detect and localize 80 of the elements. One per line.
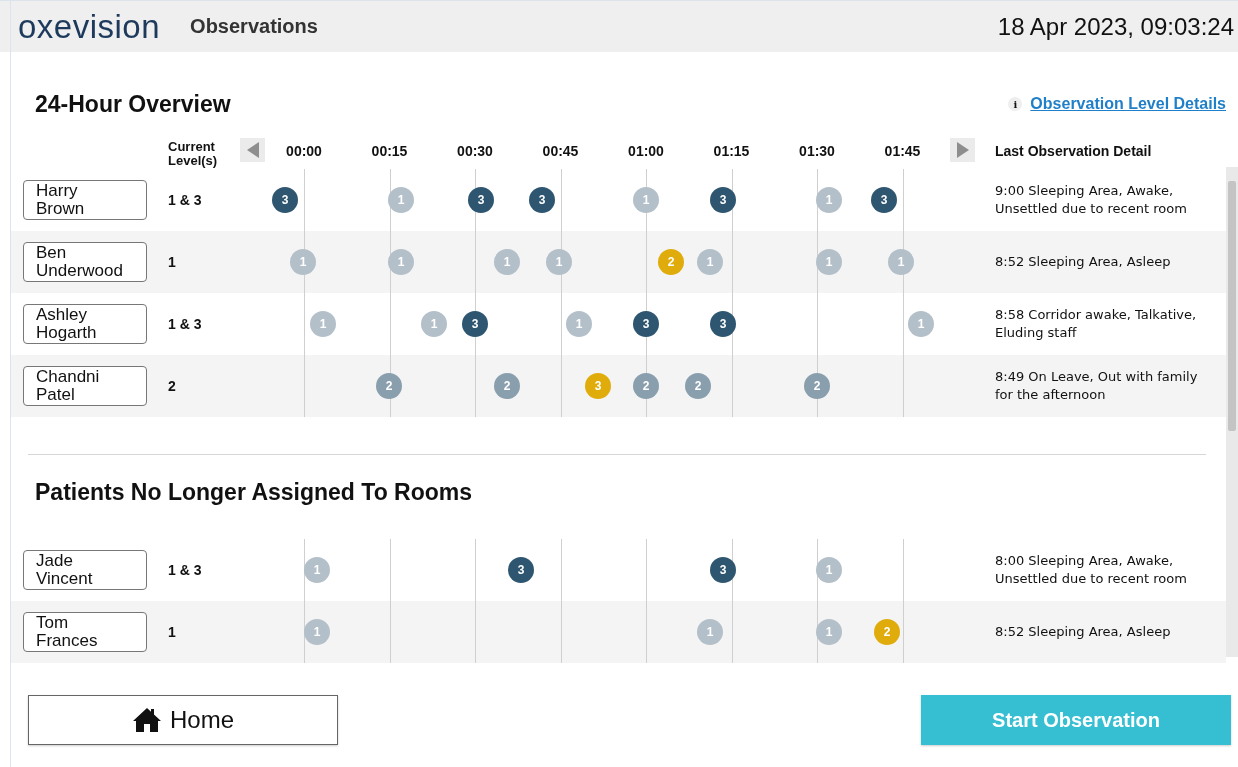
house-icon <box>132 707 162 733</box>
patient-name-button[interactable]: Chandni Patel <box>23 366 147 406</box>
start-observation-button[interactable]: Start Observation <box>921 695 1231 745</box>
observation-dot[interactable]: 1 <box>697 249 723 275</box>
date-time: 18 Apr 2023, 09:03:24 <box>997 12 1234 41</box>
observation-dot[interactable]: 3 <box>468 187 494 213</box>
observation-dot[interactable]: 1 <box>908 311 934 337</box>
observation-detail: 8:00 Sleeping Area, Awake, Unsettled due to recent room <box>994 552 1188 588</box>
observation-dot[interactable]: 1 <box>421 311 447 337</box>
section-title: Patients No Longer Assigned To Rooms <box>35 478 473 506</box>
left-triangle-icon <box>246 142 259 158</box>
observation-dot[interactable]: 2 <box>685 373 711 399</box>
page-title: Observations <box>190 15 318 38</box>
patient-name-button[interactable]: Jade Vincent <box>23 550 147 590</box>
observation-dot[interactable]: 3 <box>710 187 736 213</box>
observation-detail: 8:58 Corridor awake, Talkative, Eluding staff <box>994 306 1198 342</box>
current-level: 1 & 3 <box>168 562 202 578</box>
observation-dot[interactable]: 1 <box>633 187 659 213</box>
observation-dot[interactable]: 2 <box>874 619 900 645</box>
observation-detail: 8:49 On Leave, Out with family for the afternoon <box>994 368 1199 404</box>
observation-dot[interactable]: 3 <box>462 311 488 337</box>
observation-dot[interactable]: 1 <box>304 619 330 645</box>
observation-dot[interactable]: 2 <box>633 373 659 399</box>
patient-name-button[interactable]: Ashley Hogarth <box>23 304 147 344</box>
observation-dot[interactable]: 3 <box>272 187 298 213</box>
patient-name-button[interactable]: Harry Brown <box>23 180 147 220</box>
column-header: Last Observation Detail <box>995 143 1152 159</box>
time-label: 00:00 <box>286 143 322 159</box>
observation-dot[interactable]: 1 <box>888 249 914 275</box>
current-level: 1 & 3 <box>168 316 202 332</box>
time-label: 00:45 <box>542 143 579 159</box>
time-label: 00:15 <box>371 143 408 159</box>
time-label: 01:15 <box>713 143 750 159</box>
observation-dot[interactable]: 1 <box>388 187 414 213</box>
time-label: 01:45 <box>884 143 921 159</box>
time-label: 01:00 <box>628 143 664 159</box>
time-label: 00:30 <box>457 143 493 159</box>
info-icon: i <box>1008 97 1023 111</box>
observation-dot[interactable]: 1 <box>388 249 414 275</box>
section-title: 24-Hour Overview <box>35 90 231 118</box>
observation-dot[interactable]: 1 <box>816 187 842 213</box>
observation-dot[interactable]: 3 <box>585 373 611 399</box>
observation-dot[interactable]: 1 <box>816 249 842 275</box>
observation-dot[interactable]: 2 <box>376 373 402 399</box>
observation-level-link[interactable]: Observation Level Details <box>1030 95 1226 113</box>
home-button[interactable]: Home <box>28 695 338 745</box>
patient-name-button[interactable]: Tom Frances <box>23 612 147 652</box>
observation-dot[interactable]: 2 <box>804 373 830 399</box>
observation-dot[interactable]: 2 <box>658 249 684 275</box>
observation-dot[interactable]: 3 <box>508 557 534 583</box>
observation-dot[interactable]: 1 <box>697 619 723 645</box>
observation-detail: 8:52 Sleeping Area, Asleep <box>994 623 1172 641</box>
logo: oxevision <box>18 7 161 46</box>
observation-dot[interactable]: 3 <box>871 187 897 213</box>
observation-dot[interactable]: 1 <box>494 249 520 275</box>
observation-dot[interactable]: 3 <box>633 311 659 337</box>
previous-button[interactable] <box>240 138 265 162</box>
current-level: 1 <box>168 254 176 270</box>
scrollbar[interactable] <box>1226 167 1238 657</box>
right-triangle-icon <box>956 142 969 158</box>
observation-dot[interactable]: 1 <box>816 557 842 583</box>
time-label: 01:30 <box>799 143 835 159</box>
column-header: Current Level(s) <box>168 140 219 168</box>
patient-name-button[interactable]: Ben Underwood <box>23 242 147 282</box>
observation-dot[interactable]: 3 <box>710 311 736 337</box>
current-level: 2 <box>168 378 176 394</box>
observation-dot[interactable]: 1 <box>816 619 842 645</box>
observation-dot[interactable]: 3 <box>529 187 555 213</box>
observation-dot[interactable]: 1 <box>546 249 572 275</box>
observation-detail: 8:52 Sleeping Area, Asleep <box>994 253 1172 271</box>
observation-dot[interactable]: 1 <box>290 249 316 275</box>
observation-dot[interactable]: 1 <box>566 311 592 337</box>
next-button[interactable] <box>950 138 975 162</box>
observation-dot[interactable]: 2 <box>494 373 520 399</box>
observation-dot[interactable]: 1 <box>310 311 336 337</box>
observation-dot[interactable]: 1 <box>304 557 330 583</box>
current-level: 1 <box>168 624 176 640</box>
observation-dot[interactable]: 3 <box>710 557 736 583</box>
current-level: 1 & 3 <box>168 192 202 208</box>
observation-detail: 9:00 Sleeping Area, Awake, Unsettled due to recent room <box>994 182 1188 218</box>
